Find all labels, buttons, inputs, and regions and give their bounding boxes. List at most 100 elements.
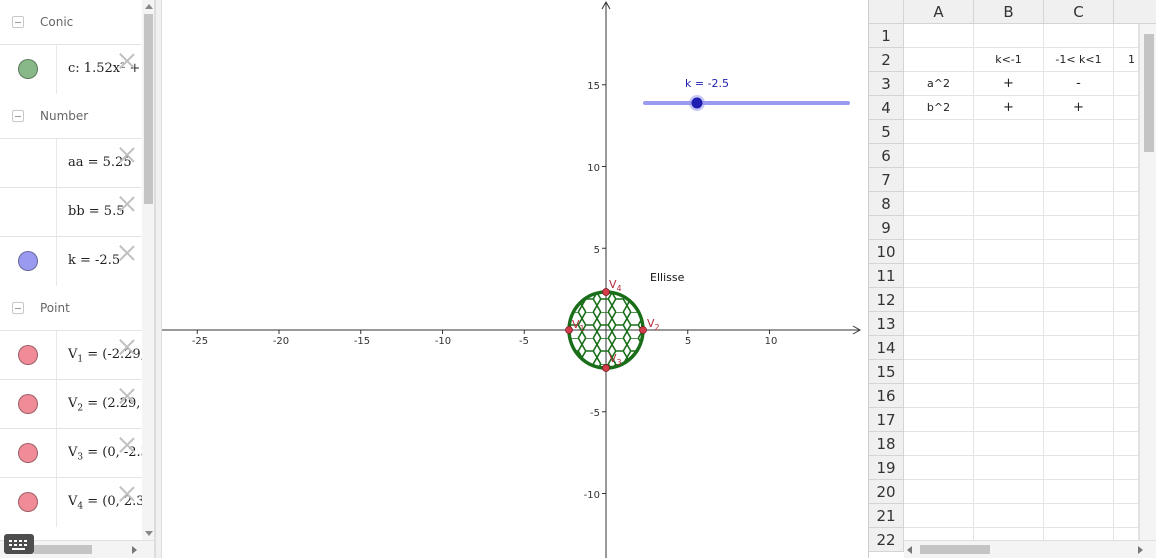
row-header[interactable]: 6 [869,144,904,168]
delete-icon[interactable] [117,484,137,504]
sheet-cell[interactable] [1114,120,1139,144]
sheet-cell[interactable] [1044,480,1114,504]
scrollbar-thumb[interactable] [144,14,153,204]
algebra-item-v4[interactable]: V4 = (0, 2.3) [0,477,142,527]
scroll-right-icon[interactable] [132,546,137,554]
row-header[interactable]: 8 [869,192,904,216]
spreadsheet-horizontal-scrollbar[interactable] [904,540,1156,558]
sheet-cell[interactable] [1114,456,1139,480]
sheet-cell[interactable] [1114,264,1139,288]
sheet-cell[interactable] [904,480,974,504]
scroll-left-icon[interactable] [907,546,912,554]
graphics-canvas[interactable]: -25 -20 -15 -10 -5 5 10 15 10 5 -5 -10 k… [162,0,864,558]
sheet-cell[interactable] [904,336,974,360]
sheet-cell[interactable] [1044,312,1114,336]
sheet-cell[interactable] [974,336,1044,360]
row-header[interactable]: 22 [869,528,904,552]
sheet-cell[interactable] [904,168,974,192]
cell-c3[interactable]: - [1044,72,1114,96]
delete-icon[interactable] [117,194,137,214]
algebra-item-c[interactable]: c: 1.52x² + 1 [0,44,142,94]
sheet-cell[interactable] [1044,216,1114,240]
algebra-item-v1[interactable]: V1 = (-2.29, 0) [0,330,142,380]
scrollbar-thumb[interactable] [34,545,92,554]
vertex-v2[interactable] [639,326,647,334]
row-header[interactable]: 5 [869,120,904,144]
row-header[interactable]: 20 [869,480,904,504]
sheet-cell[interactable] [904,432,974,456]
sheet-cell[interactable] [1044,360,1114,384]
sheet-cell[interactable] [904,456,974,480]
row-header[interactable]: 2 [869,48,904,72]
sheet-cell[interactable] [904,312,974,336]
sheet-cell[interactable] [974,144,1044,168]
row-header[interactable]: 7 [869,168,904,192]
sheet-cell[interactable] [1044,504,1114,528]
column-header-d[interactable] [1114,0,1156,24]
sheet-cell[interactable] [974,504,1044,528]
sheet-cell[interactable] [1044,288,1114,312]
sheet-cell[interactable] [1114,240,1139,264]
cell-b2[interactable]: k<-1 [974,48,1044,72]
sheet-cell[interactable] [1044,144,1114,168]
cell-a3[interactable]: a^2 [904,72,974,96]
sheet-cell[interactable] [1044,240,1114,264]
row-header[interactable]: 3 [869,72,904,96]
row-header[interactable]: 16 [869,384,904,408]
sheet-cell[interactable] [904,360,974,384]
row-header[interactable]: 19 [869,456,904,480]
algebra-item-bb[interactable]: bb = 5.5 [0,187,142,237]
vertex-v3[interactable] [602,364,610,372]
sheet-cell[interactable] [904,216,974,240]
collapse-icon[interactable] [12,302,24,314]
sheet-cell[interactable] [974,240,1044,264]
sheet-cell[interactable] [974,312,1044,336]
algebra-vertical-scrollbar[interactable] [142,0,154,540]
group-header-conic[interactable]: Conic [0,0,142,44]
sheet-cell[interactable] [974,360,1044,384]
sheet-cell[interactable] [1044,264,1114,288]
visibility-toggle-icon[interactable] [18,492,38,512]
spreadsheet-view[interactable]: A B C 1 2 3 4 5 6 7 8 9 10 11 12 13 14 15 16 17 18 19 20 21 2… [868,0,1156,558]
column-header-b[interactable]: B [974,0,1044,24]
sheet-cell[interactable] [1044,192,1114,216]
sheet-cell[interactable] [904,24,974,48]
sheet-cell[interactable] [1114,312,1139,336]
sheet-cell[interactable] [1044,408,1114,432]
sheet-cell[interactable] [904,240,974,264]
delete-icon[interactable] [117,243,137,263]
sheet-cell[interactable] [1114,96,1139,120]
cell-b4[interactable]: + [974,96,1044,120]
sheet-cell[interactable] [904,144,974,168]
visibility-toggle-icon[interactable] [18,443,38,463]
sheet-cell[interactable] [904,192,974,216]
sheet-cell[interactable] [974,168,1044,192]
sheet-cell[interactable] [1114,168,1139,192]
cell-c2[interactable]: -1< k<1 [1044,48,1114,72]
sheet-cell[interactable] [1114,192,1139,216]
delete-icon[interactable] [117,145,137,165]
sheet-cell[interactable] [1044,168,1114,192]
visibility-toggle-icon[interactable] [18,59,38,79]
scroll-down-icon[interactable] [145,531,153,536]
algebra-item-v3[interactable]: V3 = (0, -2.3) [0,428,142,478]
sheet-cell[interactable] [1044,120,1114,144]
sheet-cell[interactable] [1114,216,1139,240]
sheet-cell[interactable] [974,384,1044,408]
graphics-view[interactable]: -25 -20 -15 -10 -5 5 10 15 10 5 -5 -10 k… [162,0,864,558]
scroll-up-icon[interactable] [145,4,153,9]
sheet-cell[interactable] [974,216,1044,240]
row-header[interactable]: 13 [869,312,904,336]
row-header[interactable]: 9 [869,216,904,240]
row-header[interactable]: 11 [869,264,904,288]
algebra-item-k[interactable]: k = -2.5 [0,236,142,286]
sheet-cell[interactable] [904,504,974,528]
row-header[interactable]: 10 [869,240,904,264]
sheet-cell[interactable] [904,48,974,72]
sheet-cell[interactable] [974,120,1044,144]
row-header[interactable]: 18 [869,432,904,456]
row-header[interactable]: 17 [869,408,904,432]
sheet-cell[interactable] [1114,72,1139,96]
scrollbar-thumb[interactable] [1144,34,1154,152]
sheet-cell[interactable] [904,264,974,288]
